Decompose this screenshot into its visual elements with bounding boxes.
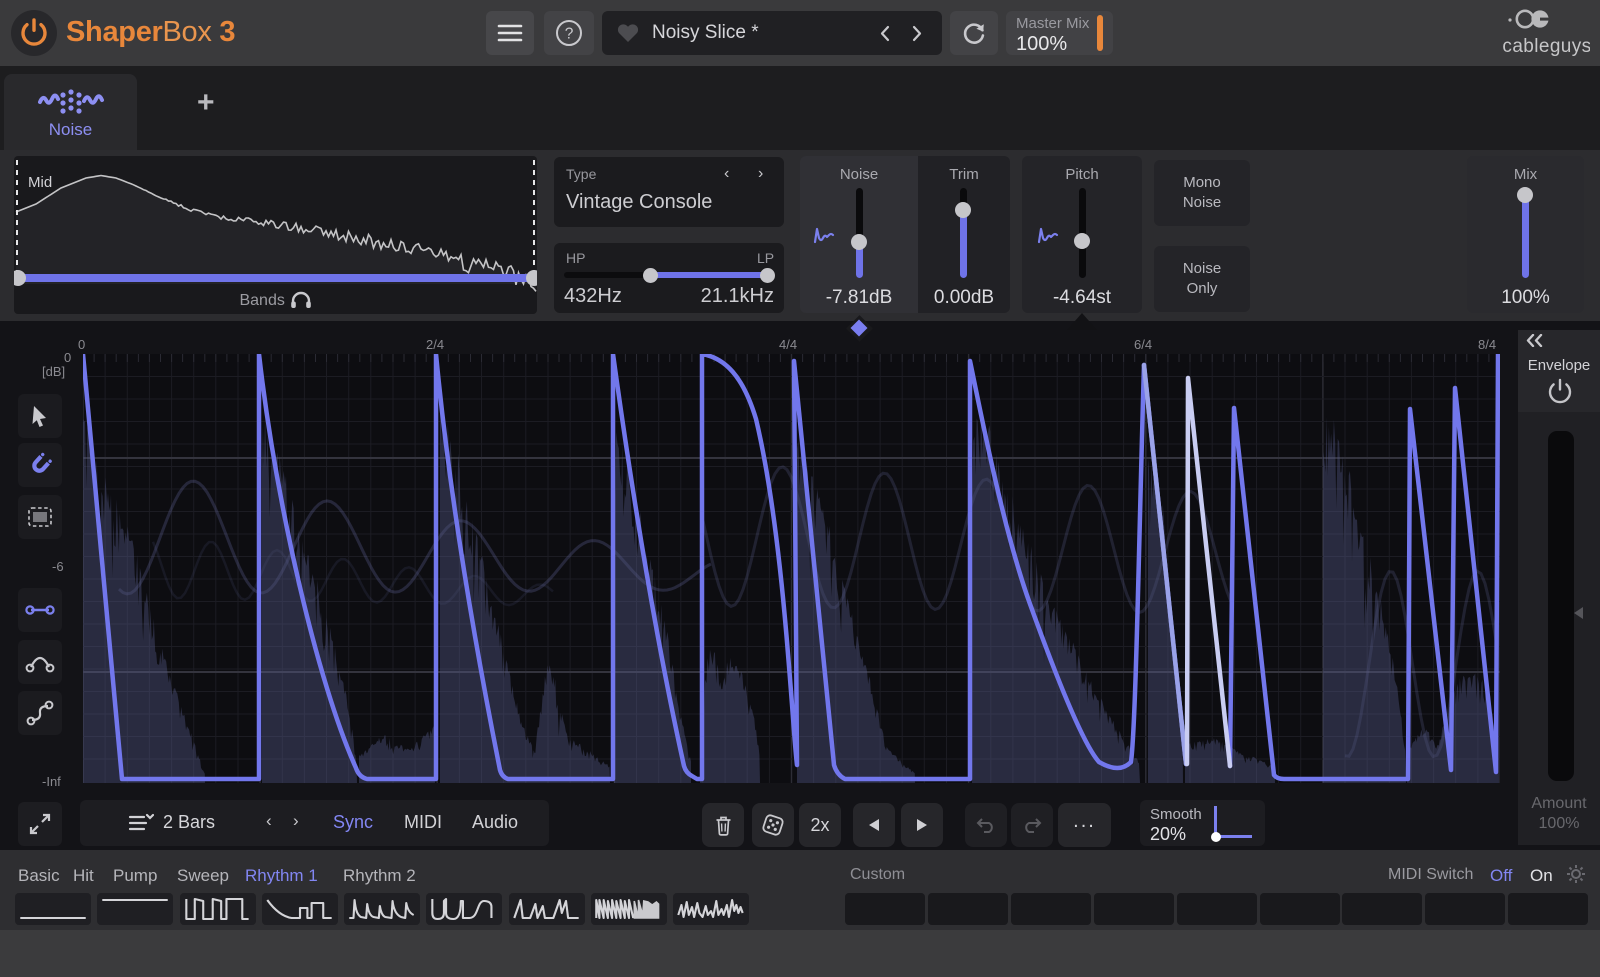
svg-text:cableguys: cableguys — [1502, 36, 1590, 57]
svg-text:?: ? — [565, 26, 574, 43]
